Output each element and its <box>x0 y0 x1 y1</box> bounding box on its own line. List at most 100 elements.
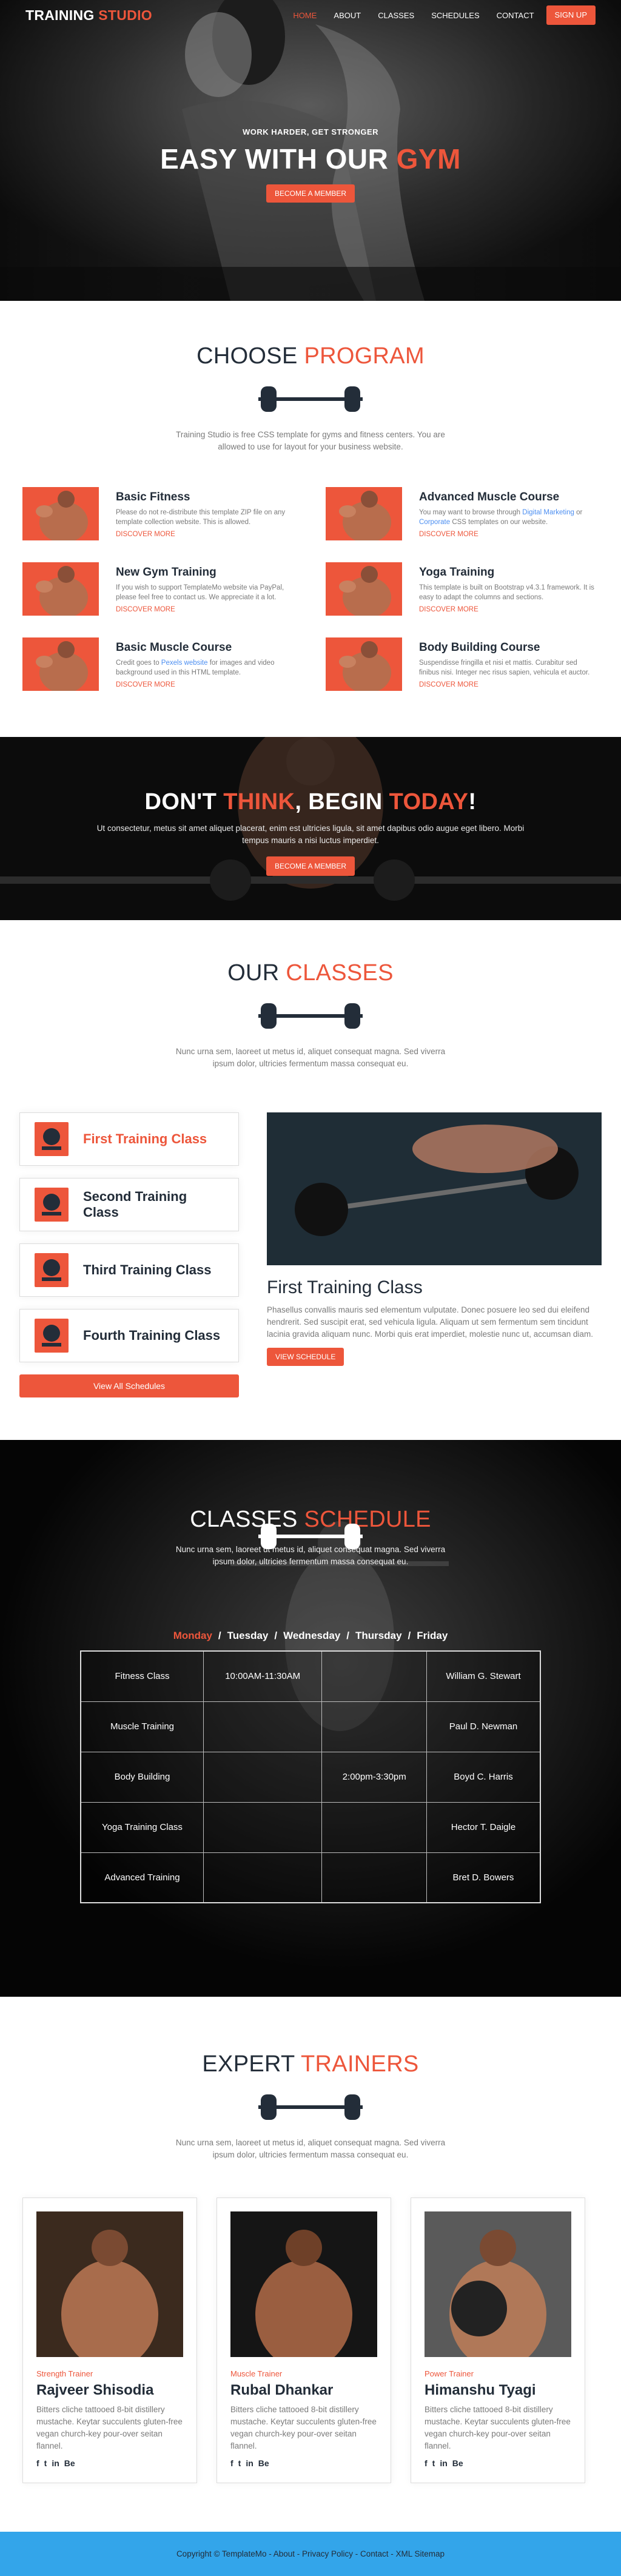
program-title: Basic Muscle Course <box>116 641 232 654</box>
nav-schedules[interactable]: SCHEDULES <box>423 11 488 20</box>
trainer-text: Bitters cliche tattooed 8-bit distillery… <box>230 2405 377 2450</box>
hero-title: EASY WITH OUR GYM <box>0 143 621 175</box>
behance-icon[interactable]: Be <box>258 2458 269 2468</box>
pexels-link[interactable]: Pexels website <box>161 659 208 667</box>
schedule-cell <box>203 1701 323 1752</box>
day-monday[interactable]: Monday <box>173 1630 212 1641</box>
schedule-cell <box>321 1701 427 1752</box>
social-links: f t in Be <box>425 2458 571 2468</box>
classes-intro: Nunc urna sem, laoreet ut metus id, aliq… <box>175 1047 446 1068</box>
day-tuesday[interactable]: Tuesday <box>227 1630 269 1641</box>
trainer-card: Strength Trainer Rajveer Shisodia Bitter… <box>22 2198 197 2483</box>
facebook-icon[interactable]: f <box>230 2458 233 2468</box>
program-link[interactable]: DISCOVER MORE <box>419 606 599 613</box>
program-desc: You may want to browse through Digital M… <box>419 508 599 527</box>
main-nav: HOME ABOUT CLASSES SCHEDULES CONTACT SIG… <box>284 5 596 25</box>
program-item: Basic Fitness Please do not re-distribute… <box>22 487 295 540</box>
day-wednesday[interactable]: Wednesday <box>283 1630 340 1641</box>
hero-title-main: EASY WITH OUR <box>160 143 389 175</box>
trainer-card: Muscle Trainer Rubal Dhankar Bitters cli… <box>217 2198 391 2483</box>
logo[interactable]: TRAINING STUDIO <box>25 7 152 24</box>
program-item: New Gym Training If you wish to support T… <box>22 562 295 616</box>
digital-marketing-link[interactable]: Digital Marketing <box>522 509 574 516</box>
program-image <box>326 487 402 540</box>
class-tab-first[interactable]: First Training Class <box>19 1112 239 1166</box>
day-friday[interactable]: Friday <box>417 1630 448 1641</box>
schedule-section: CLASSES SCHEDULE Nunc urna sem, laoreet … <box>0 1440 621 1997</box>
trainers-title-accent: TRAINERS <box>301 2051 419 2077</box>
linkedin-icon[interactable]: in <box>52 2458 59 2468</box>
program-desc-text: You may want to browse through <box>419 509 523 516</box>
site-footer: Copyright © TemplateMo - About - Privacy… <box>0 2532 621 2576</box>
programs-title-accent: PROGRAM <box>304 343 425 369</box>
program-item: Yoga Training This template is built on B… <box>326 562 599 616</box>
cta-become-member-button[interactable]: BECOME A MEMBER <box>266 856 355 876</box>
classes-section: OUR CLASSES Nunc urna sem, laoreet ut me… <box>0 920 621 1440</box>
trainer-role: Power Trainer <box>425 2369 474 2378</box>
class-tab-third[interactable]: Third Training Class <box>19 1243 239 1297</box>
corporate-link[interactable]: Corporate <box>419 519 450 526</box>
gym-logo-icon <box>35 1188 69 1222</box>
trainer-grid: Strength Trainer Rajveer Shisodia Bitter… <box>22 2198 599 2483</box>
table-row: Advanced Training Bret D. Bowers <box>80 1852 541 1903</box>
linkedin-icon[interactable]: in <box>246 2458 253 2468</box>
program-link[interactable]: DISCOVER MORE <box>116 606 295 613</box>
program-link[interactable]: DISCOVER MORE <box>116 531 295 538</box>
schedule-cell: Boyd C. Harris <box>426 1751 541 1803</box>
program-image <box>326 637 402 691</box>
table-row: Muscle Training Paul D. Newman <box>80 1701 541 1752</box>
program-title: New Gym Training <box>116 566 217 579</box>
schedule-cell: 10:00AM-11:30AM <box>203 1650 323 1702</box>
nav-home[interactable]: HOME <box>284 11 325 20</box>
program-item: Body Building Course Suspendisse fringill… <box>326 637 599 691</box>
trainer-name: Rubal Dhankar <box>230 2382 334 2398</box>
day-thursday[interactable]: Thursday <box>355 1630 402 1641</box>
program-desc-text: Credit goes to <box>116 659 161 667</box>
nav-classes[interactable]: CLASSES <box>369 11 423 20</box>
twitter-icon[interactable]: t <box>432 2458 435 2468</box>
table-row: Fitness Class 10:00AM-11:30AM William G. S… <box>80 1650 541 1702</box>
cta-title-accent: THINK <box>223 789 295 815</box>
class-detail: First Training Class Phasellus convallis… <box>267 1112 602 1397</box>
behance-icon[interactable]: Be <box>452 2458 463 2468</box>
program-link[interactable]: DISCOVER MORE <box>116 681 295 688</box>
trainers-intro: Nunc urna sem, laoreet ut metus id, aliq… <box>175 2138 446 2159</box>
schedule-cell: Yoga Training Class <box>80 1801 204 1853</box>
program-link[interactable]: DISCOVER MORE <box>419 681 599 688</box>
schedule-cell: Bret D. Bowers <box>426 1852 541 1903</box>
signup-button[interactable]: SIGN UP <box>546 5 596 25</box>
class-name: First Training Class <box>83 1131 207 1146</box>
class-tab-second[interactable]: Second Training Class <box>19 1178 239 1231</box>
program-image <box>22 637 99 691</box>
schedule-cell <box>203 1852 323 1903</box>
nav-contact[interactable]: CONTACT <box>488 11 543 20</box>
behance-icon[interactable]: Be <box>64 2458 75 2468</box>
view-schedule-button[interactable]: VIEW SCHEDULE <box>267 1348 344 1366</box>
programs-section: CHOOSE PROGRAM Training Studio is free C… <box>0 301 621 737</box>
cta-title-part: DON'T <box>144 789 217 815</box>
day-filter: Monday / Tuesday / Wednesday / Thursday / Friday <box>173 1630 448 1641</box>
hero-section: WORK HARDER, GET STRONGER EASY WITH OUR … <box>0 0 621 301</box>
facebook-icon[interactable]: f <box>425 2458 428 2468</box>
schedule-cell: Advanced Training <box>80 1852 204 1903</box>
schedule-cell: Hector T. Daigle <box>426 1801 541 1853</box>
become-member-button[interactable]: BECOME A MEMBER <box>266 184 355 203</box>
twitter-icon[interactable]: t <box>44 2458 47 2468</box>
linkedin-icon[interactable]: in <box>440 2458 447 2468</box>
class-tab-fourth[interactable]: Fourth Training Class <box>19 1309 239 1362</box>
schedule-cell <box>203 1801 323 1853</box>
program-desc-text: or <box>574 509 583 516</box>
facebook-icon[interactable]: f <box>36 2458 39 2468</box>
program-link[interactable]: DISCOVER MORE <box>419 531 599 538</box>
gym-logo-icon <box>35 1253 69 1287</box>
hero-title-accent: GYM <box>396 143 461 175</box>
program-title: Basic Fitness <box>116 491 190 503</box>
dumbbell-icon <box>258 2094 363 2120</box>
schedule-cell: Muscle Training <box>80 1701 204 1752</box>
twitter-icon[interactable]: t <box>238 2458 241 2468</box>
schedule-cell <box>321 1801 427 1853</box>
view-all-schedules-button[interactable]: View All Schedules <box>19 1374 239 1397</box>
cta-section: DON'T THINK, BEGIN TODAY! Ut consectetur… <box>0 737 621 920</box>
nav-about[interactable]: ABOUT <box>325 11 369 20</box>
dumbbell-icon <box>258 1524 363 1549</box>
